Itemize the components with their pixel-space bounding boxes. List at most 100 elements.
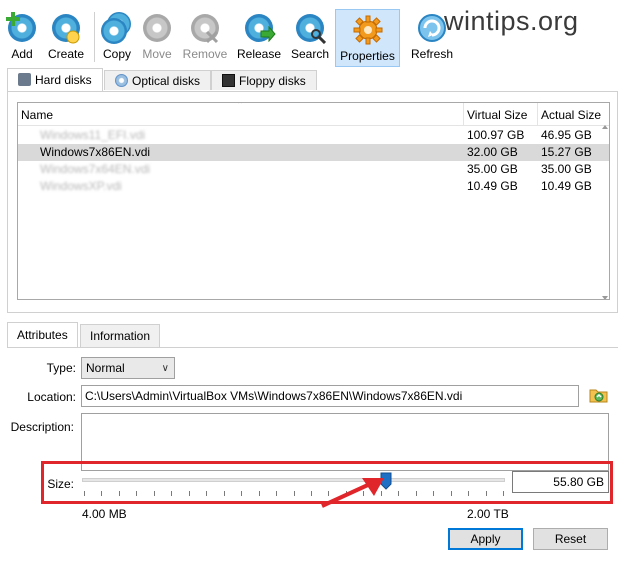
toolbar: Add Create Copy Move Remove Release Sear…: [0, 0, 622, 68]
watermark-text: wintips.org: [444, 6, 579, 36]
location-field[interactable]: C:\Users\Admin\VirtualBox VMs\Windows7x8…: [81, 385, 579, 407]
column-header-actual-size[interactable]: Actual Size: [541, 103, 601, 125]
properties-label: Properties: [340, 49, 395, 63]
disk-actual-size: 10.49 GB: [541, 179, 592, 193]
slider-tick: [154, 491, 155, 496]
slider-tick: [206, 491, 207, 496]
disk-list[interactable]: Name ⌃ Virtual Size Actual Size Windows1…: [17, 102, 610, 300]
disk-name: Windows7x86EN.vdi: [40, 145, 151, 159]
chevron-down-icon: ∨: [161, 363, 169, 374]
scroll-down-arrow-icon[interactable]: [602, 296, 608, 299]
remove-disk-icon: [189, 12, 221, 44]
release-label: Release: [236, 47, 282, 61]
move-button[interactable]: Move: [140, 6, 174, 66]
add-disk-icon: [6, 12, 38, 44]
list-header: Name ⌃ Virtual Size Actual Size: [18, 103, 609, 126]
size-max-label: 2.00 TB: [467, 507, 509, 521]
disk-row[interactable]: Windows7x64EN.vdi 35.00 GB 35.00 GB: [18, 161, 609, 178]
slider-tick: [451, 491, 452, 496]
properties-button[interactable]: Properties: [335, 9, 400, 67]
tab-optical-disks[interactable]: Optical disks: [104, 70, 212, 90]
reset-label: Reset: [554, 532, 587, 546]
tab-floppy-disks[interactable]: Floppy disks: [211, 70, 317, 90]
tab-floppy-disks-label: Floppy disks: [239, 74, 306, 88]
disk-row[interactable]: WindowsXP.vdi 10.49 GB 10.49 GB: [18, 178, 609, 195]
disk-actual-size: 46.95 GB: [541, 128, 592, 142]
media-list-panel: Name ⌃ Virtual Size Actual Size Windows1…: [7, 91, 618, 313]
size-slider-track[interactable]: [82, 478, 505, 482]
create-label: Create: [47, 47, 85, 61]
remove-label: Remove: [182, 47, 228, 61]
tab-attributes[interactable]: Attributes: [7, 322, 78, 348]
copy-button[interactable]: Copy: [101, 6, 133, 66]
slider-tick: [241, 491, 242, 496]
folder-browse-icon[interactable]: [589, 385, 609, 405]
tab-optical-disks-label: Optical disks: [132, 74, 201, 88]
search-label: Search: [290, 47, 330, 61]
column-divider: [537, 103, 538, 125]
size-min-label: 4.00 MB: [82, 507, 127, 521]
size-value: 55.80 GB: [553, 475, 604, 489]
disk-name: Windows11_EFI.vdi: [40, 128, 146, 142]
scroll-up-arrow-icon[interactable]: [602, 125, 608, 129]
hard-disk-icon: [18, 73, 31, 86]
location-value: C:\Users\Admin\VirtualBox VMs\Windows7x8…: [85, 389, 463, 403]
column-header-virtual-size[interactable]: Virtual Size: [467, 103, 527, 125]
sort-ascending-icon: ⌃: [236, 102, 245, 111]
slider-tick: [398, 491, 399, 496]
type-label: Type:: [46, 361, 76, 375]
disk-actual-size: 15.27 GB: [541, 145, 592, 159]
tab-information[interactable]: Information: [80, 324, 161, 348]
copy-label: Copy: [102, 47, 131, 61]
toolbar-separator: [94, 12, 95, 62]
disk-actual-size: 35.00 GB: [541, 162, 592, 176]
tab-hard-disks-label: Hard disks: [35, 73, 92, 87]
slider-tick: [503, 491, 504, 496]
slider-tick: [294, 491, 295, 496]
search-disk-icon: [294, 12, 326, 44]
create-disk-icon: [50, 12, 82, 44]
move-label: Move: [142, 47, 172, 61]
properties-gear-icon: [352, 14, 384, 46]
disk-name: Windows7x64EN.vdi: [40, 162, 151, 176]
disk-row-selected[interactable]: Windows7x86EN.vdi 32.00 GB 15.27 GB: [18, 144, 609, 161]
tab-hard-disks[interactable]: Hard disks: [7, 68, 103, 92]
slider-tick: [119, 491, 120, 496]
search-button[interactable]: Search: [290, 6, 330, 66]
apply-label: Apply: [470, 532, 501, 546]
slider-tick: [189, 491, 190, 496]
add-label: Add: [11, 47, 33, 61]
disk-virtual-size: 35.00 GB: [467, 162, 518, 176]
tab-information-label: Information: [90, 329, 151, 343]
arrow-annotation-icon: [321, 478, 384, 508]
size-input[interactable]: 55.80 GB: [512, 471, 609, 493]
list-scrollbar[interactable]: [601, 125, 609, 299]
column-header-name[interactable]: Name: [21, 103, 53, 125]
slider-tick: [486, 491, 487, 496]
column-divider: [463, 103, 464, 125]
floppy-disk-icon: [222, 74, 235, 87]
slider-tick: [224, 491, 225, 496]
add-button[interactable]: Add: [6, 6, 38, 66]
type-value: Normal: [86, 361, 125, 375]
slider-tick: [84, 491, 85, 496]
slider-tick: [276, 491, 277, 496]
slider-tick: [416, 491, 417, 496]
move-disk-icon: [141, 12, 173, 44]
tab-attributes-label: Attributes: [17, 328, 68, 342]
create-button[interactable]: Create: [46, 6, 86, 66]
disk-virtual-size: 100.97 GB: [467, 128, 525, 142]
remove-button[interactable]: Remove: [182, 6, 228, 66]
release-disk-icon: [243, 12, 276, 44]
slider-tick: [433, 491, 434, 496]
reset-button[interactable]: Reset: [533, 528, 608, 550]
slider-tick: [311, 491, 312, 496]
disk-name: WindowsXP.vdi: [40, 179, 122, 193]
release-button[interactable]: Release: [236, 6, 282, 66]
type-combo[interactable]: Normal ∨: [81, 357, 175, 379]
slider-tick: [101, 491, 102, 496]
apply-button[interactable]: Apply: [448, 528, 523, 550]
optical-disk-icon: [115, 74, 128, 87]
description-label: Description:: [10, 420, 74, 434]
disk-row[interactable]: Windows11_EFI.vdi 100.97 GB 46.95 GB: [18, 127, 609, 144]
